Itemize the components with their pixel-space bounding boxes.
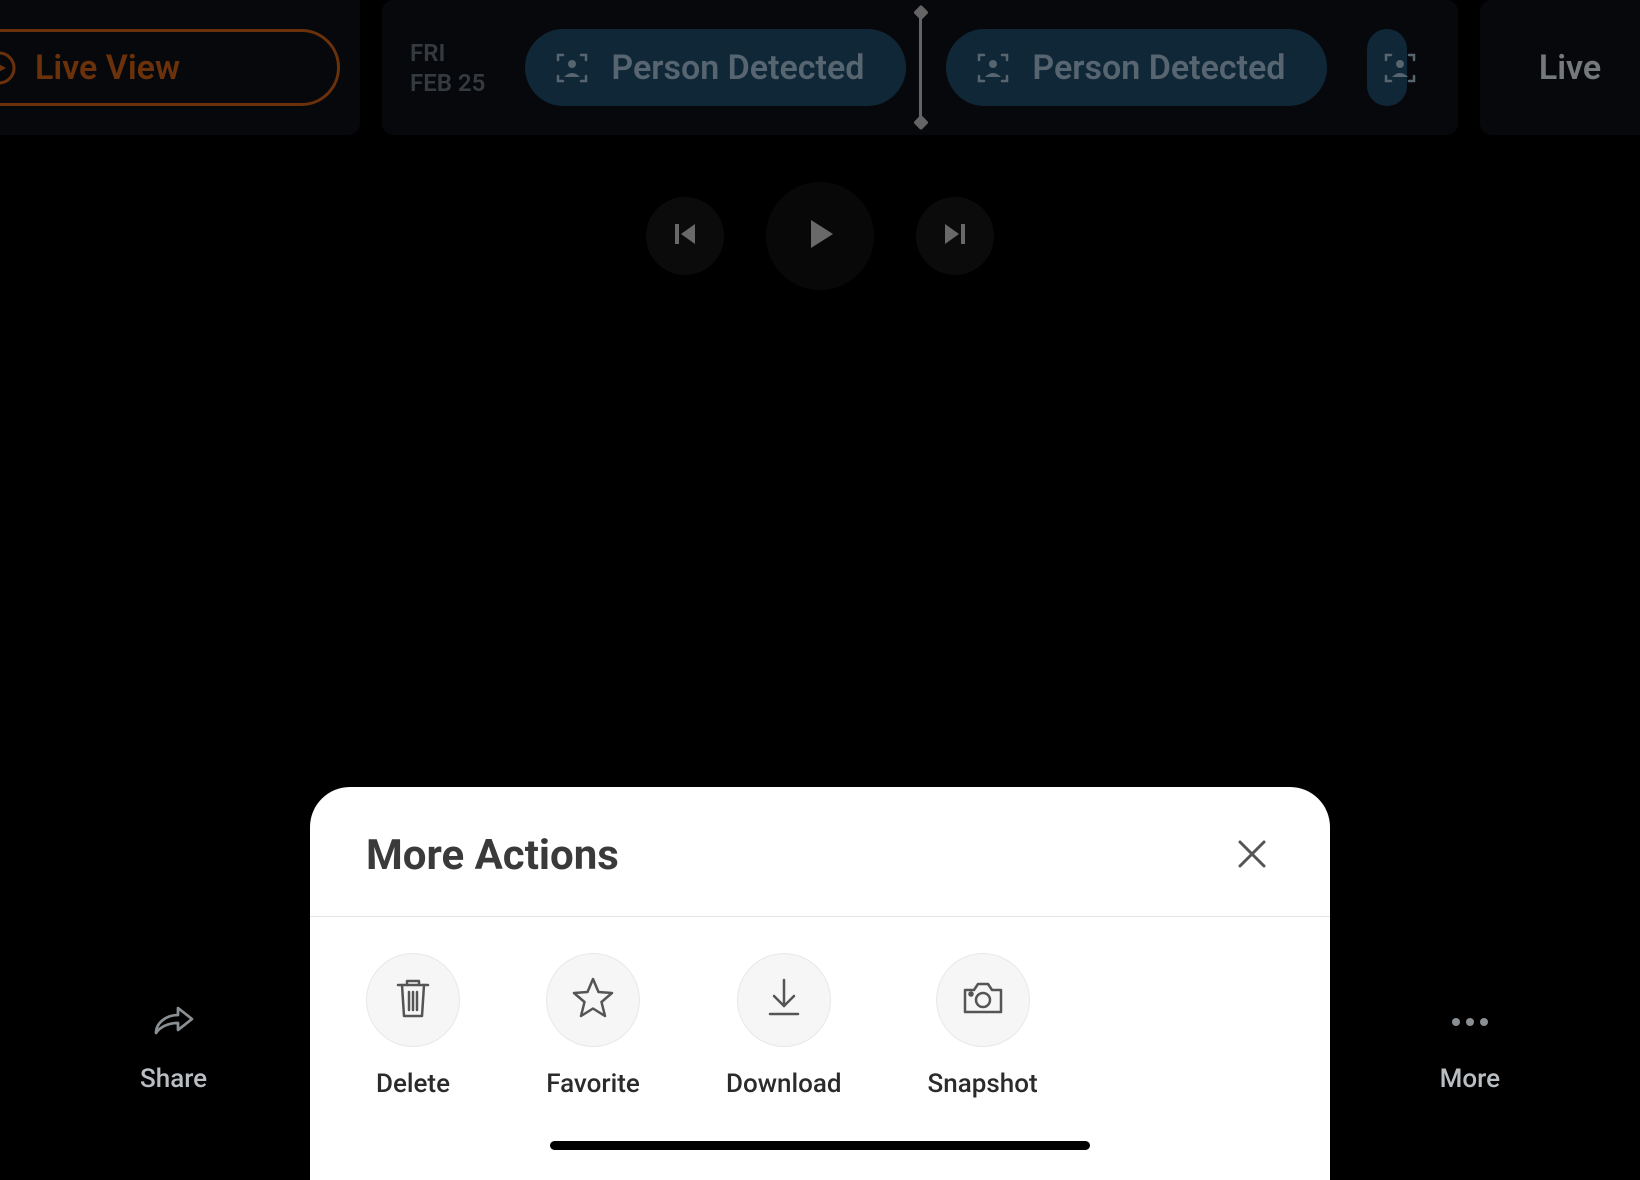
action-circle bbox=[737, 953, 831, 1047]
action-label: Favorite bbox=[546, 1069, 640, 1099]
action-circle bbox=[366, 953, 460, 1047]
action-label: Delete bbox=[376, 1069, 450, 1099]
more-actions-sheet: More Actions Delete bbox=[310, 787, 1330, 1180]
sheet-title: More Actions bbox=[366, 831, 619, 880]
download-icon bbox=[764, 976, 804, 1024]
actions-row: Delete Favorite bbox=[310, 917, 1330, 1119]
share-button[interactable]: Share bbox=[140, 1000, 207, 1150]
close-button[interactable] bbox=[1230, 834, 1274, 878]
action-circle bbox=[936, 953, 1030, 1047]
star-icon bbox=[570, 975, 616, 1025]
more-button[interactable]: More bbox=[1440, 1000, 1500, 1150]
more-horizontal-icon bbox=[1448, 1000, 1492, 1044]
more-label: More bbox=[1440, 1064, 1500, 1094]
sheet-header: More Actions bbox=[310, 787, 1330, 917]
home-indicator[interactable] bbox=[550, 1141, 1090, 1150]
delete-action[interactable]: Delete bbox=[366, 953, 460, 1099]
snapshot-action[interactable]: Snapshot bbox=[928, 953, 1038, 1099]
share-label: Share bbox=[140, 1064, 207, 1094]
trash-icon bbox=[393, 976, 433, 1024]
action-label: Snapshot bbox=[928, 1069, 1038, 1099]
action-circle bbox=[546, 953, 640, 1047]
download-action[interactable]: Download bbox=[726, 953, 842, 1099]
close-icon bbox=[1234, 836, 1270, 876]
share-icon bbox=[152, 1000, 196, 1044]
action-label: Download bbox=[726, 1069, 842, 1099]
favorite-action[interactable]: Favorite bbox=[546, 953, 640, 1099]
camera-icon bbox=[959, 978, 1007, 1022]
